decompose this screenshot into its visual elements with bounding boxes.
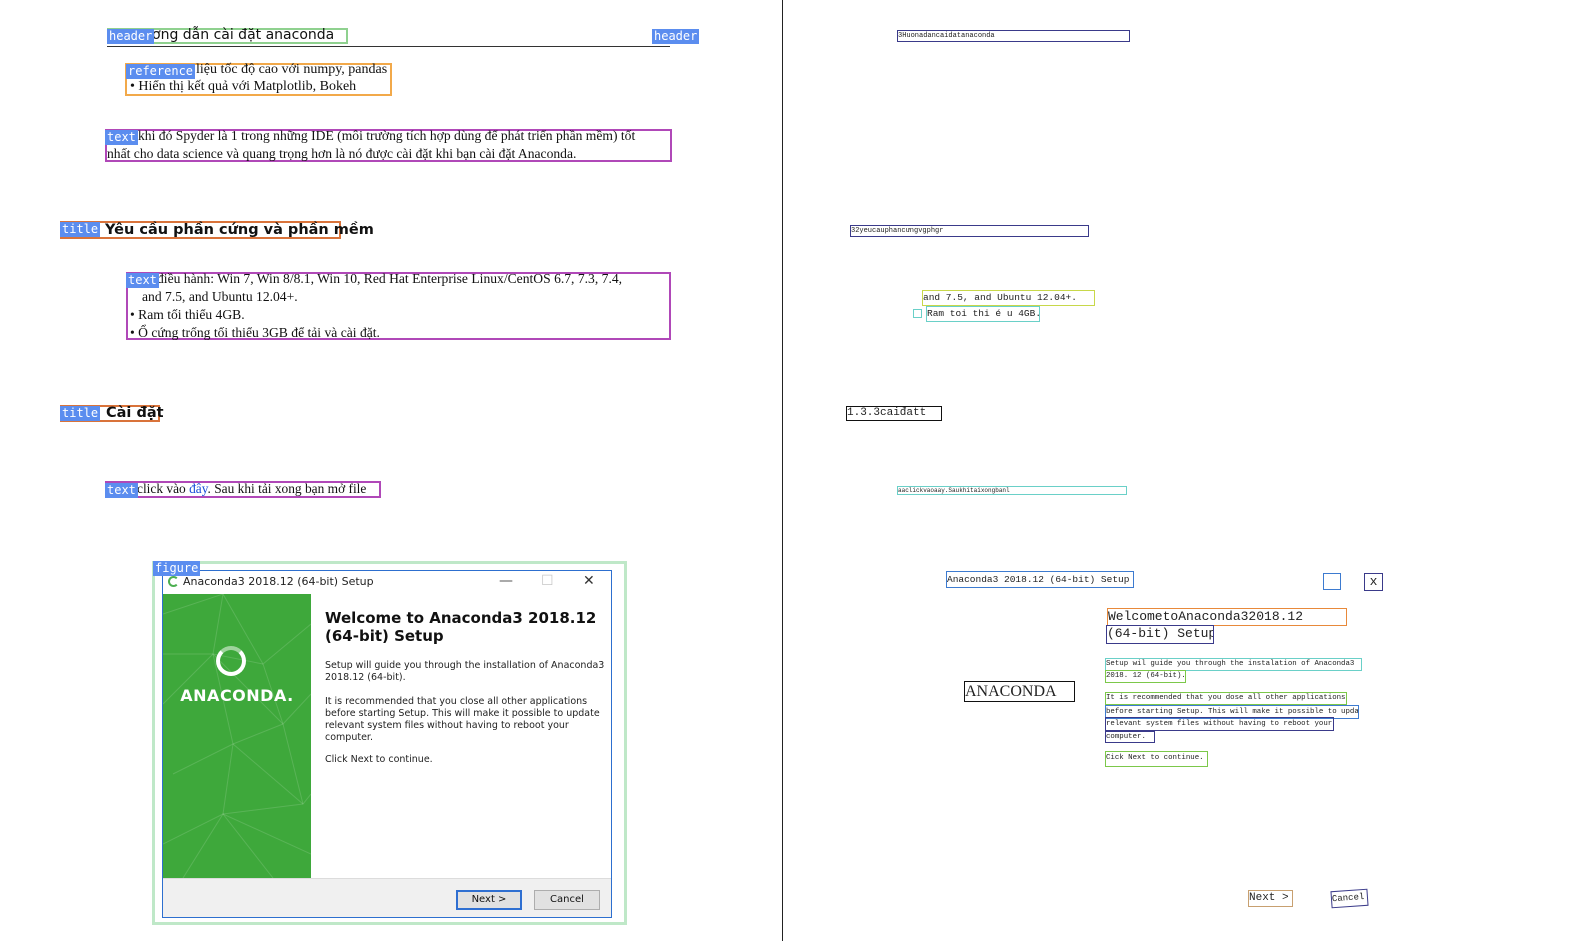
- maximize-icon[interactable]: ☐: [541, 573, 554, 589]
- text-1-line-1: khi đó Spyder là 1 trong những IDE (môi …: [138, 128, 636, 143]
- ocr-figure-square: [1323, 573, 1341, 590]
- reference-tag: reference: [126, 64, 196, 79]
- ocr-text-2-line-2: and 7.5, and Ubuntu 12.04+.: [922, 290, 1095, 306]
- ocr-heading-2: (64-bit) Setup: [1106, 625, 1214, 644]
- ocr-title-1: 32yeucauphancưngvgphgr: [850, 225, 1089, 237]
- text-2-line-4: • Ổ cứng trống tối thiểu 3GB để tải và c…: [130, 325, 380, 340]
- ocr-figure-title: Anaconda3 2018.12 (64-bit) Setup: [946, 571, 1134, 588]
- polygon-pattern: [163, 594, 311, 878]
- header-text: ơng dẫn cài đặt anaconda: [152, 27, 335, 43]
- ocr-header: 3Huonadancaidatanaconda: [897, 30, 1130, 42]
- figure-tag: figure: [153, 561, 201, 576]
- text-3-before: click vào: [137, 481, 190, 496]
- header-rule: [107, 46, 670, 47]
- installer-window-title: Anaconda3 2018.12 (64-bit) Setup: [183, 575, 374, 588]
- header-right-tag: header: [652, 29, 700, 44]
- cancel-button[interactable]: Cancel: [534, 890, 600, 910]
- text-2-line-1: điều hành: Win 7, Win 8/8.1, Win 10, Red…: [157, 271, 623, 286]
- ocr-logo: ANACONDA: [964, 681, 1075, 702]
- text-tag-1: text: [105, 130, 138, 145]
- installer-heading-2: (64-bit) Setup: [325, 627, 444, 645]
- text-tag-3: text: [105, 483, 138, 498]
- download-link[interactable]: đây: [189, 481, 207, 496]
- anaconda-logo-icon: [216, 646, 246, 676]
- minimize-icon[interactable]: —: [499, 573, 513, 589]
- ocr-checkbox-1: [913, 309, 922, 318]
- section-title-requirements: Yêu cầu phần cứng và phần mềm: [105, 222, 374, 238]
- ocr-figure-x: x: [1364, 573, 1383, 591]
- ocr-cancel-button: Cancel: [1330, 888, 1369, 909]
- ocr-text-2-line-3: Ram toi thi é u 4GB.: [926, 306, 1040, 322]
- installer-paragraph-1-line-1: Setup will guide you through the install…: [325, 660, 605, 671]
- text-3-line: click vào đây. Sau khi tải xong bạn mở f…: [137, 481, 366, 497]
- installer-window: Anaconda3 2018.12 (64-bit) Setup — ☐ ✕ A…: [162, 570, 612, 918]
- text-2-line-3: • Ram tối thiểu 4GB.: [130, 307, 245, 322]
- installer-side-panel: ANACONDA.: [163, 594, 311, 878]
- ocr-heading-1: WelcometoAnaconda32018.12: [1107, 608, 1347, 626]
- text-3-after: . Sau khi tải xong bạn mở file: [207, 481, 367, 496]
- title-tag-1: title: [60, 222, 101, 237]
- installer-titlebar: Anaconda3 2018.12 (64-bit) Setup — ☐ ✕: [163, 571, 611, 593]
- text-1-line-2: nhất cho data science và quang trọng hơn…: [107, 146, 577, 161]
- ocr-p1-line-2: 2018. 12 (64-bit).: [1105, 670, 1186, 683]
- installer-footer: Next > Cancel: [163, 878, 611, 917]
- close-icon[interactable]: ✕: [583, 573, 595, 589]
- ocr-text-3: aaclickvaoaay.Saukhitaixongbanl: [897, 486, 1127, 495]
- next-button[interactable]: Next >: [456, 890, 522, 910]
- ocr-title-2: 1.3.3caiđatt: [846, 406, 942, 421]
- installer-paragraph-1-line-2: 2018.12 (64-bit).: [325, 672, 406, 683]
- anaconda-small-icon: [168, 576, 179, 587]
- ocr-p3: Cick Next to continue.: [1105, 751, 1208, 767]
- reference-line-1: liệu tốc độ cao với numpy, pandas: [196, 62, 388, 77]
- installer-paragraph-3: Click Next to continue.: [325, 754, 433, 765]
- reference-line-2: • Hiển thị kết quả với Matplotlib, Bokeh: [130, 79, 357, 94]
- installer-paragraph-2-line-2: before starting Setup. This will make it…: [325, 708, 600, 719]
- text-tag-2: text: [126, 273, 159, 288]
- anaconda-logo-text: ANACONDA.: [180, 686, 294, 705]
- text-2-line-2: and 7.5, and Ubuntu 12.04+.: [142, 289, 298, 304]
- ocr-p2-line-4: computer.: [1105, 731, 1155, 743]
- installer-paragraph-2-line-3: relevant system files without having to …: [325, 720, 569, 731]
- page-divider: [782, 0, 783, 941]
- header-tag: header: [107, 29, 155, 44]
- installer-paragraph-2-line-4: computer.: [325, 732, 373, 743]
- section-title-install: Cài đặt: [106, 405, 164, 421]
- ocr-p2-line-1: It is recommended that you dose all othe…: [1105, 692, 1347, 705]
- installer-paragraph-2-line-1: It is recommended that you close all oth…: [325, 696, 588, 707]
- ocr-p2-line-3: relevant system files without having to …: [1105, 717, 1334, 731]
- installer-heading-1: Welcome to Anaconda3 2018.12: [325, 609, 597, 627]
- ocr-next-button: Next >: [1248, 890, 1293, 907]
- title-tag-2: title: [60, 406, 101, 421]
